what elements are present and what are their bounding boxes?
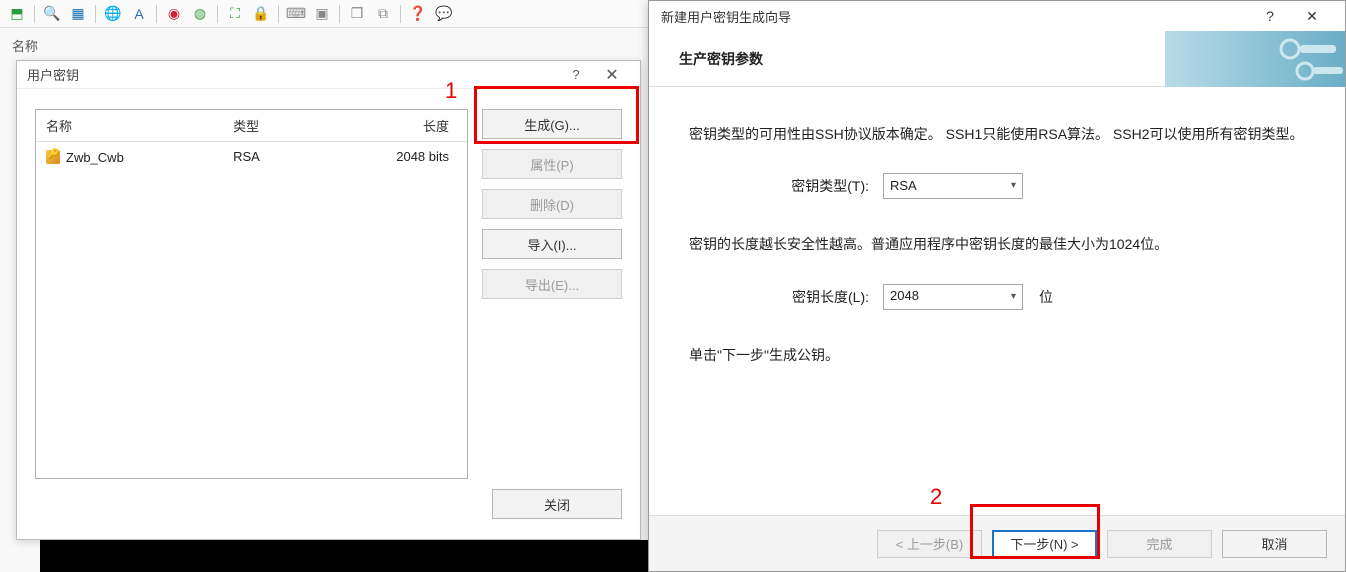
divider — [34, 5, 35, 23]
user-keys-dialog: 用户密钥 ? ✕ 名称 类型 长度 Zwb_Cwb — [16, 60, 641, 540]
toolbar-search-icon[interactable]: 🔍 — [41, 3, 63, 25]
divider — [95, 5, 96, 23]
next-button[interactable]: 下一步(N) > — [992, 530, 1097, 558]
help-button[interactable]: ? — [1249, 2, 1291, 30]
help-button[interactable]: ? — [558, 63, 594, 87]
toolbar-comment-icon[interactable]: 💬 — [433, 3, 455, 25]
keys-table[interactable]: 名称 类型 长度 Zwb_Cwb RSA 2048 bits — [35, 109, 468, 479]
chevron-down-icon: ▾ — [1011, 289, 1016, 305]
wizard-content: 密钥类型的可用性由SSH协议版本确定。 SSH1只能使用RSA算法。 SSH2可… — [649, 87, 1345, 404]
cell-name: Zwb_Cwb — [36, 142, 223, 172]
key-length-label: 密钥长度(L): — [769, 286, 869, 308]
toolbar-expand-icon[interactable]: ⛶ — [224, 3, 246, 25]
toolbar-grid-icon[interactable]: ▣ — [311, 3, 333, 25]
header-decoration — [1165, 31, 1345, 87]
key-type-description: 密钥类型的可用性由SSH协议版本确定。 SSH1只能使用RSA算法。 SSH2可… — [689, 123, 1305, 145]
backdrop — [40, 540, 650, 572]
length-unit: 位 — [1039, 286, 1053, 308]
export-button[interactable]: 导出(E)... — [482, 269, 622, 299]
toolbar: ⬒ 🔍 ▦ 🌐 A ◉ ◍ ⛶ 🔒 ⌨ ▣ ❐ ⧉ ❓ 💬 — [0, 0, 650, 28]
panel-label-name: 名称 — [0, 28, 650, 63]
next-hint: 单击"下一步"生成公钥。 — [689, 344, 1305, 366]
column-name[interactable]: 名称 — [36, 110, 223, 142]
key-length-description: 密钥的长度越长安全性越高。普通应用程序中密钥长度的最佳大小为1024位。 — [689, 233, 1305, 255]
dialog-title: 用户密钥 — [27, 65, 79, 84]
key-icon — [46, 150, 60, 164]
close-icon[interactable]: ✕ — [594, 63, 630, 87]
toolbar-keyboard-icon[interactable]: ⌨ — [285, 3, 307, 25]
cell-type: RSA — [223, 142, 312, 172]
divider — [156, 5, 157, 23]
toolbar-red-icon[interactable]: ◉ — [163, 3, 185, 25]
back-button[interactable]: < 上一步(B) — [877, 530, 982, 558]
wizard-subtitle: 生产密钥参数 — [649, 49, 763, 69]
close-icon[interactable]: ✕ — [1291, 2, 1333, 30]
toolbar-layers-icon[interactable]: ❐ — [346, 3, 368, 25]
column-length[interactable]: 长度 — [312, 110, 467, 142]
import-button[interactable]: 导入(I)... — [482, 229, 622, 259]
toolbar-tree-icon[interactable]: ⧉ — [372, 3, 394, 25]
wizard-title: 新建用户密钥生成向导 — [661, 7, 791, 26]
finish-button[interactable]: 完成 — [1107, 530, 1212, 558]
toolbar-add-icon[interactable]: ⬒ — [6, 3, 28, 25]
wizard-titlebar: 新建用户密钥生成向导 ? ✕ — [649, 1, 1345, 31]
table-header-row: 名称 类型 长度 — [36, 110, 467, 142]
dialog-titlebar: 用户密钥 ? ✕ — [17, 61, 640, 89]
key-type-label: 密钥类型(T): — [769, 175, 869, 197]
toolbar-help-icon[interactable]: ❓ — [407, 3, 429, 25]
toolbar-globe-icon[interactable]: 🌐 — [102, 3, 124, 25]
key-length-select[interactable]: 2048 ▾ — [883, 284, 1023, 310]
toolbar-font-icon[interactable]: A — [128, 3, 150, 25]
table-row[interactable]: Zwb_Cwb RSA 2048 bits — [36, 142, 467, 172]
delete-button[interactable]: 删除(D) — [482, 189, 622, 219]
divider — [400, 5, 401, 23]
divider — [339, 5, 340, 23]
column-type[interactable]: 类型 — [223, 110, 312, 142]
close-button[interactable]: 关闭 — [492, 489, 622, 519]
key-wizard-dialog: 新建用户密钥生成向导 ? ✕ 生产密钥参数 密钥类型的可用性由SSH协议版本确定… — [648, 0, 1346, 572]
divider — [278, 5, 279, 23]
divider — [217, 5, 218, 23]
cell-length: 2048 bits — [312, 142, 467, 172]
key-type-value: RSA — [890, 176, 917, 197]
cancel-button[interactable]: 取消 — [1222, 530, 1327, 558]
wizard-header: 生产密钥参数 — [649, 31, 1345, 87]
button-column: 生成(G)... 属性(P) 删除(D) 导入(I)... 导出(E)... — [482, 109, 622, 479]
toolbar-lock-icon[interactable]: 🔒 — [250, 3, 272, 25]
key-length-value: 2048 — [890, 286, 919, 307]
toolbar-box-icon[interactable]: ▦ — [67, 3, 89, 25]
toolbar-green-icon[interactable]: ◍ — [189, 3, 211, 25]
key-type-select[interactable]: RSA ▾ — [883, 173, 1023, 199]
chevron-down-icon: ▾ — [1011, 178, 1016, 194]
generate-button[interactable]: 生成(G)... — [482, 109, 622, 139]
key-length-row: 密钥长度(L): 2048 ▾ 位 — [769, 284, 1305, 310]
wizard-footer: < 上一步(B) 下一步(N) > 完成 取消 — [649, 515, 1345, 571]
key-type-row: 密钥类型(T): RSA ▾ — [769, 173, 1305, 199]
properties-button[interactable]: 属性(P) — [482, 149, 622, 179]
